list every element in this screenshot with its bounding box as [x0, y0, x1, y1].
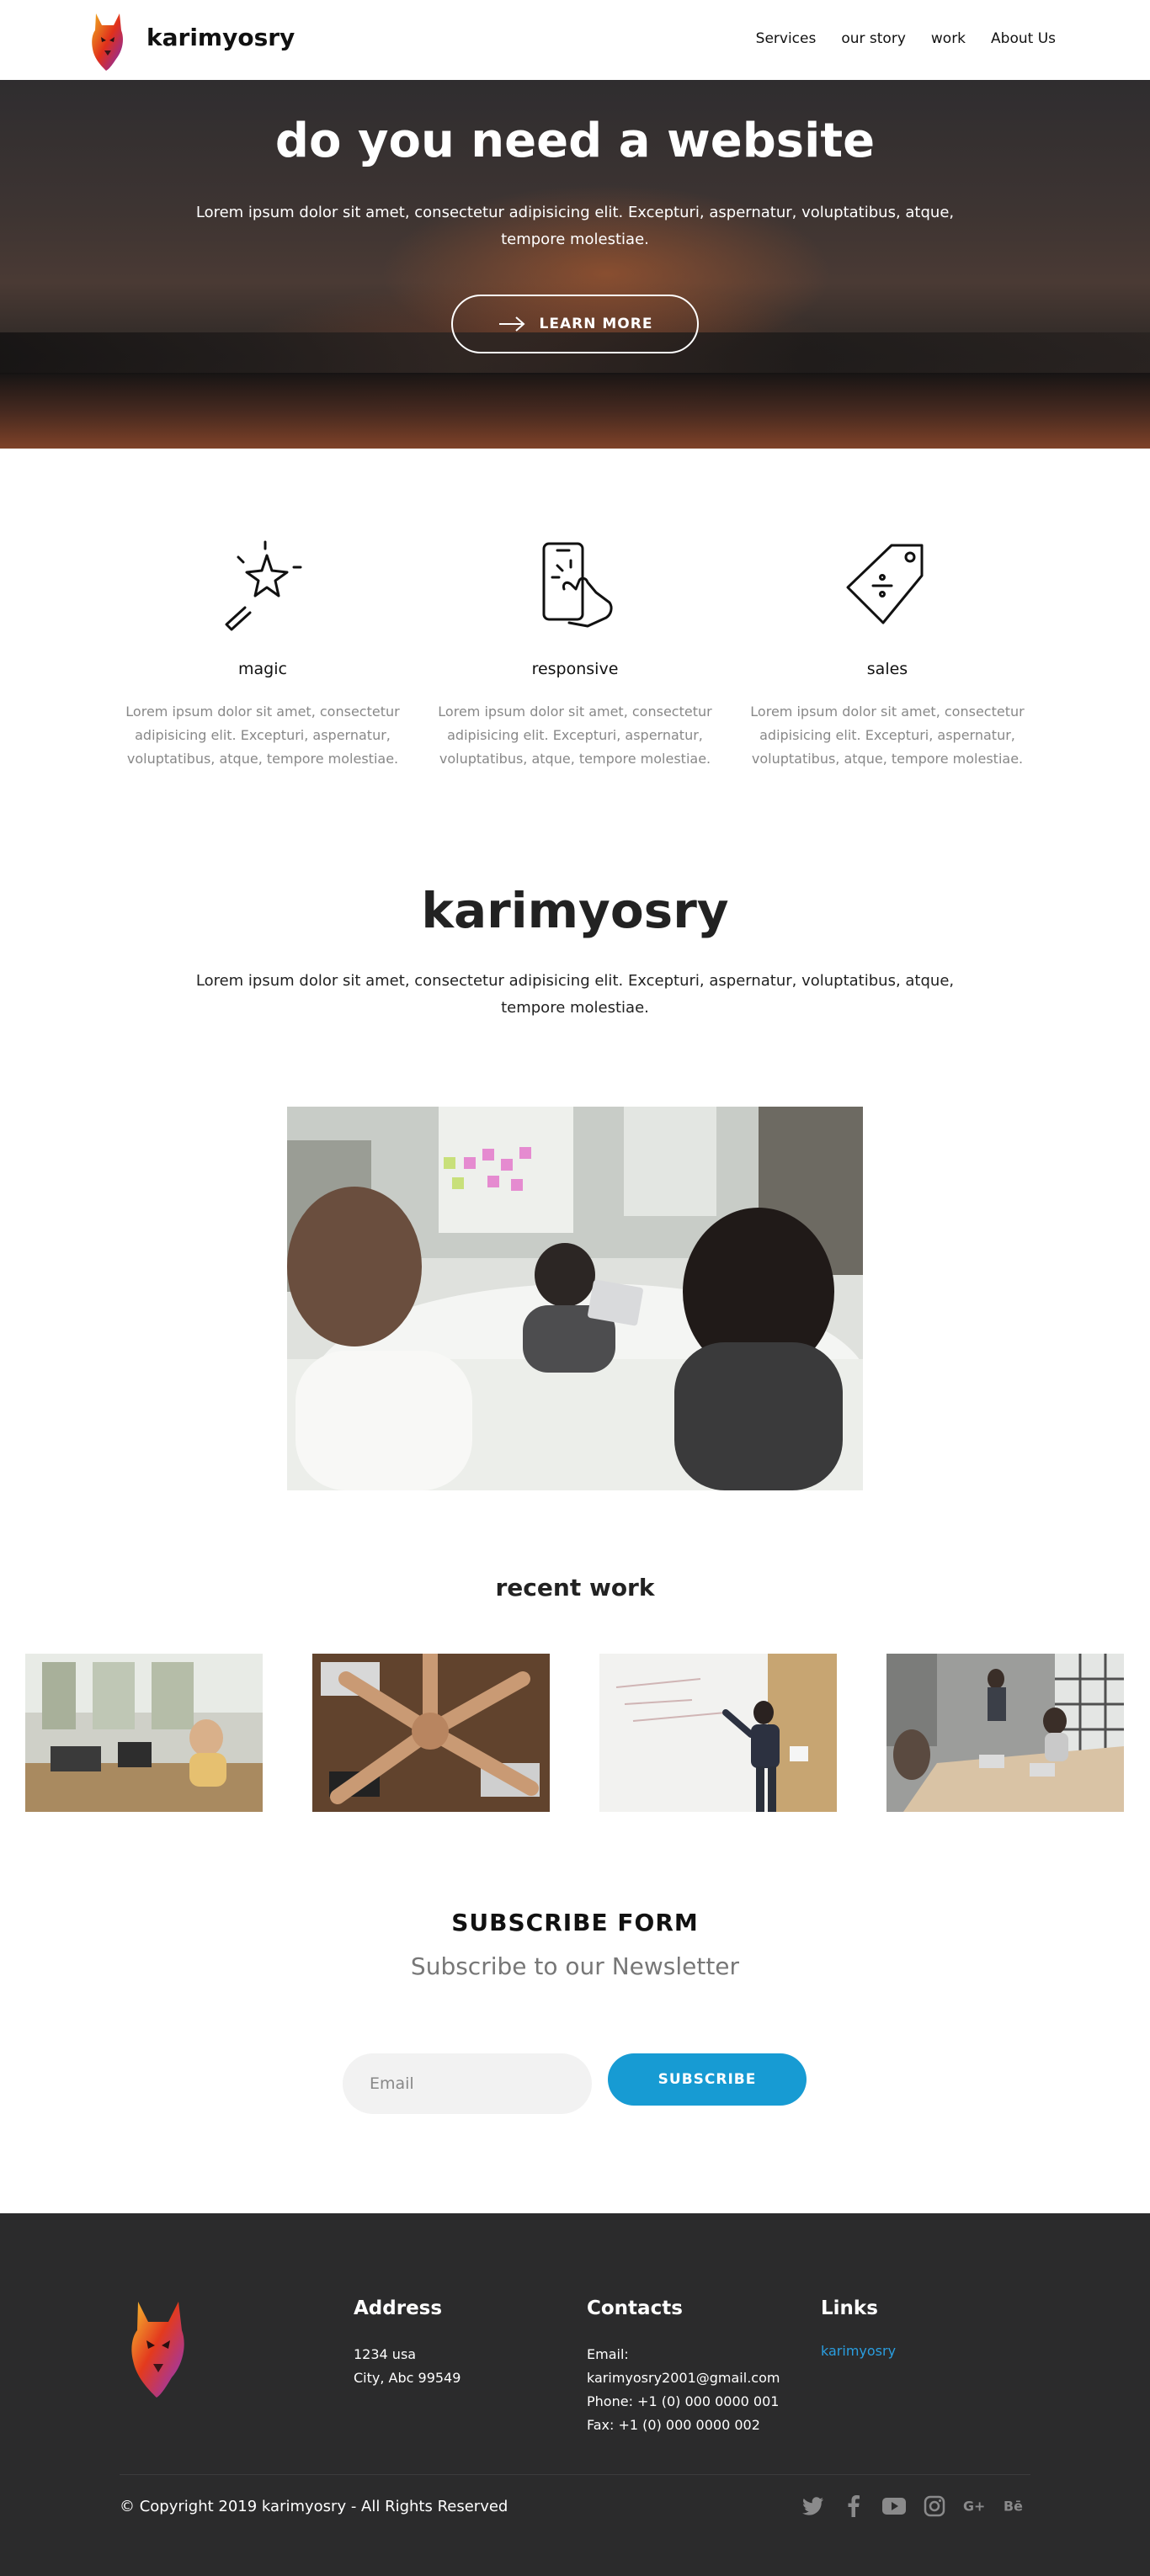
footer-divider — [120, 2474, 1030, 2475]
touch-phone-icon — [542, 542, 613, 628]
magic-wand-icon — [225, 540, 302, 631]
nav-work[interactable]: work — [931, 30, 966, 47]
work-image-office[interactable] — [25, 1654, 263, 1812]
svg-text:Bē: Bē — [1004, 2499, 1023, 2515]
feature-title: sales — [866, 660, 908, 678]
fox-logo-icon[interactable] — [125, 2293, 192, 2399]
twitter-icon[interactable] — [801, 2494, 825, 2518]
address-line: 1234 usa — [354, 2346, 417, 2362]
nav-our-story[interactable]: our story — [841, 30, 906, 47]
price-tag-icon — [846, 544, 924, 624]
footer-contacts: Contacts Email: karimyosry2001@gmail.com… — [587, 2297, 780, 2437]
footer-links: Links karimyosry — [821, 2297, 896, 2359]
subscribe-title: SUBSCRIBE FORM — [451, 1909, 699, 1936]
feature-text: Lorem ipsum dolor sit amet, consectetur … — [125, 704, 400, 767]
subscribe-button[interactable]: SUBSCRIBE — [608, 2053, 807, 2106]
site-footer: Address 1234 usa City, Abc 99549 Contact… — [0, 2213, 1150, 2576]
arrow-right-icon — [498, 316, 525, 332]
contact-line: Email: — [587, 2346, 629, 2362]
instagram-icon[interactable] — [923, 2494, 946, 2518]
work-image-teamwork[interactable] — [312, 1654, 550, 1812]
subscribe-subtitle: Subscribe to our Newsletter — [410, 1952, 740, 1980]
feature-responsive: responsive Lorem ipsum dolor sit amet, c… — [432, 539, 718, 771]
about-text: Lorem ipsum dolor sit amet, consectetur … — [195, 972, 955, 1017]
recent-work-title: recent work — [495, 1574, 655, 1601]
hero-text: Lorem ipsum dolor sit amet, consectetur … — [195, 204, 955, 248]
email-input[interactable] — [343, 2053, 592, 2114]
footer-contacts-title: Contacts — [587, 2297, 683, 2319]
google-plus-icon[interactable]: G+ — [963, 2494, 987, 2518]
footer-link-karimyosry[interactable]: karimyosry — [821, 2343, 896, 2359]
contact-email[interactable]: karimyosry2001@gmail.com — [587, 2366, 780, 2390]
learn-more-label: LEARN MORE — [539, 316, 653, 332]
hero-background-water — [0, 373, 1150, 449]
nav-about-us[interactable]: About Us — [991, 30, 1056, 47]
feature-text: Lorem ipsum dolor sit amet, consectetur … — [750, 704, 1025, 767]
nav-services[interactable]: Services — [756, 30, 817, 47]
site-header: karimyosry Services our story work About… — [0, 0, 1150, 80]
contact-fax: Fax: +1 (0) 000 0000 002 — [587, 2417, 760, 2433]
team-meeting-image — [287, 1107, 863, 1490]
work-image-presentation[interactable] — [599, 1654, 837, 1812]
feature-text: Lorem ipsum dolor sit amet, consectetur … — [438, 704, 712, 767]
footer-links-title: Links — [821, 2297, 878, 2319]
copyright-text: © Copyright 2019 karimyosry - All Rights… — [120, 2498, 508, 2515]
behance-icon[interactable]: Bē — [1004, 2494, 1027, 2518]
svg-text:G+: G+ — [963, 2499, 985, 2515]
hero-section: do you need a website Lorem ipsum dolor … — [0, 80, 1150, 449]
main-nav: Services our story work About Us — [756, 30, 1056, 47]
hero-title: do you need a website — [274, 114, 876, 168]
contact-phone: Phone: +1 (0) 000 0000 001 — [587, 2393, 780, 2409]
feature-title: magic — [238, 660, 287, 678]
footer-address: Address 1234 usa City, Abc 99549 — [354, 2297, 461, 2390]
about-title: karimyosry — [421, 882, 729, 939]
brand-name[interactable]: karimyosry — [146, 24, 295, 51]
feature-sales: sales Lorem ipsum dolor sit amet, consec… — [744, 539, 1030, 771]
youtube-icon[interactable] — [882, 2494, 906, 2518]
fox-logo-icon[interactable] — [88, 8, 128, 72]
feature-title: responsive — [531, 660, 619, 678]
social-links: G+ Bē — [801, 2494, 1027, 2518]
learn-more-button[interactable]: LEARN MORE — [451, 295, 699, 353]
work-image-meeting-room[interactable] — [886, 1654, 1124, 1812]
feature-magic: magic Lorem ipsum dolor sit amet, consec… — [120, 539, 406, 771]
facebook-icon[interactable] — [842, 2494, 865, 2518]
footer-address-title: Address — [354, 2297, 443, 2319]
address-line: City, Abc 99549 — [354, 2370, 461, 2386]
